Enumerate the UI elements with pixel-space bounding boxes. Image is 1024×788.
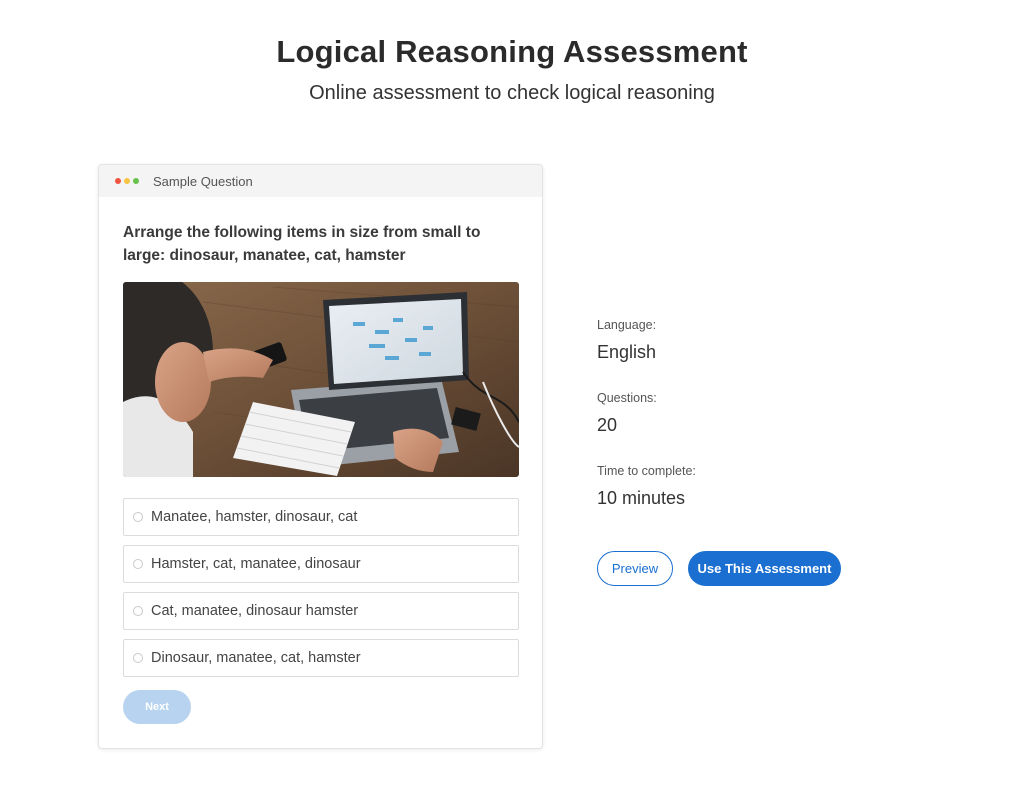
answer-option-label: Cat, manatee, dinosaur hamster bbox=[151, 603, 359, 619]
answer-options: Manatee, hamster, dinosaur, cat Hamster,… bbox=[123, 498, 519, 686]
answer-option-label: Manatee, hamster, dinosaur, cat bbox=[151, 509, 358, 525]
time-label: Time to complete: bbox=[597, 464, 696, 478]
questions-value: 20 bbox=[597, 415, 618, 435]
answer-option[interactable]: Manatee, hamster, dinosaur, cat bbox=[123, 498, 519, 536]
card-header: Sample Question bbox=[99, 165, 542, 197]
answer-option[interactable]: Dinosaur, manatee, cat, hamster bbox=[123, 639, 519, 677]
answer-option[interactable]: Hamster, cat, manatee, dinosaur bbox=[123, 545, 519, 583]
red-dot-icon bbox=[115, 178, 121, 184]
green-dot-icon bbox=[133, 178, 139, 184]
language-value: English bbox=[597, 342, 657, 362]
card-header-label: Sample Question bbox=[153, 173, 253, 189]
answer-option-label: Hamster, cat, manatee, dinosaur bbox=[151, 556, 361, 572]
question-text: Arrange the following items in size from… bbox=[123, 224, 481, 264]
radio-icon[interactable] bbox=[133, 559, 143, 569]
preview-button[interactable]: Preview bbox=[597, 551, 673, 586]
page-title: Logical Reasoning Assessment bbox=[276, 34, 748, 69]
next-button[interactable]: Next bbox=[123, 690, 191, 724]
questions-detail: Questions: 20 bbox=[597, 391, 917, 464]
language-detail: Language: English bbox=[597, 318, 917, 391]
sample-question-card: Sample Question Arrange the following it… bbox=[98, 164, 543, 749]
question-image bbox=[123, 282, 519, 477]
page-subtitle: Online assessment to check logical reaso… bbox=[309, 82, 715, 104]
answer-option-label: Dinosaur, manatee, cat, hamster bbox=[151, 650, 361, 666]
yellow-dot-icon bbox=[124, 178, 130, 184]
assessment-details: Language: English Questions: 20 Time to … bbox=[597, 318, 917, 537]
radio-icon[interactable] bbox=[133, 512, 143, 522]
language-label: Language: bbox=[597, 318, 657, 332]
answer-option[interactable]: Cat, manatee, dinosaur hamster bbox=[123, 592, 519, 630]
window-dots bbox=[115, 178, 139, 184]
page: Logical Reasoning Assessment Online asse… bbox=[0, 0, 1024, 788]
use-assessment-button[interactable]: Use This Assessment bbox=[688, 551, 841, 586]
questions-label: Questions: bbox=[597, 391, 657, 405]
radio-icon[interactable] bbox=[133, 606, 143, 616]
time-detail: Time to complete: 10 minutes bbox=[597, 464, 917, 537]
action-buttons: Preview Use This Assessment bbox=[597, 551, 841, 586]
radio-icon[interactable] bbox=[133, 653, 143, 663]
time-value: 10 minutes bbox=[597, 488, 686, 508]
